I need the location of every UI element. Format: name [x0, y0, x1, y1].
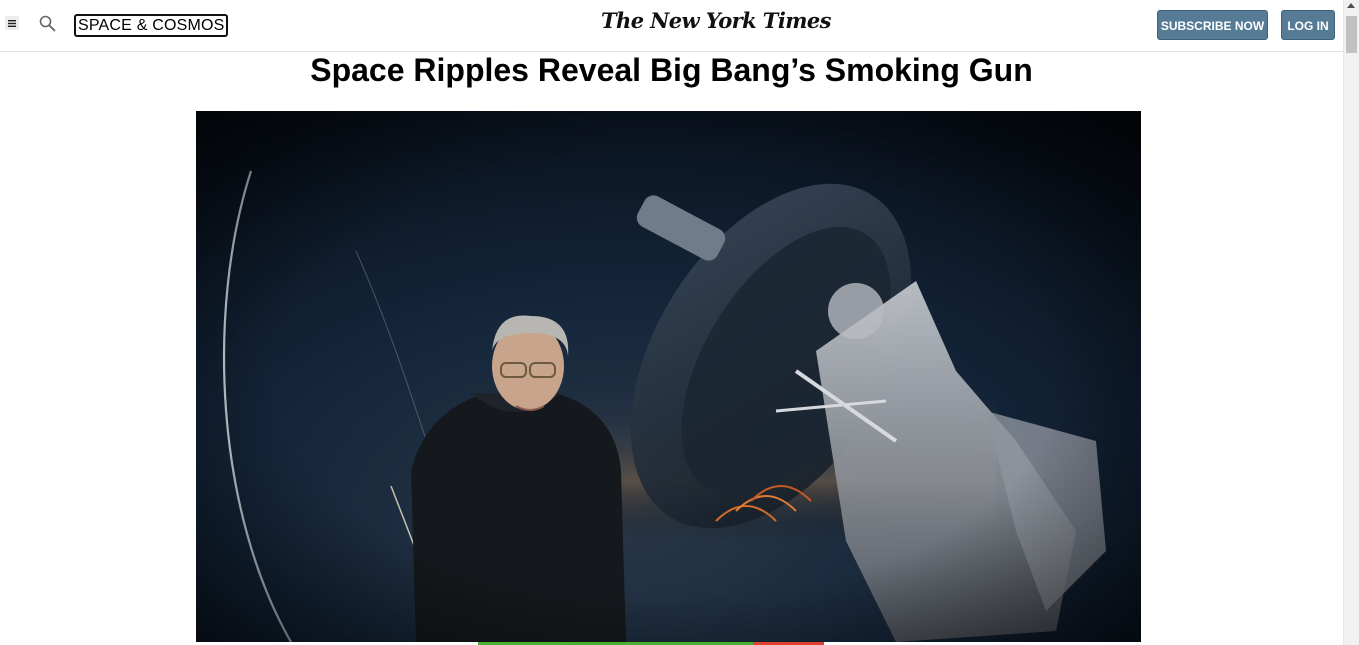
menu-icon[interactable]	[5, 16, 19, 30]
nyt-logo[interactable]: The New York Times	[601, 8, 831, 33]
subscribe-button[interactable]: SUBSCRIBE NOW	[1157, 10, 1268, 40]
scroll-up-arrow-icon[interactable]	[1347, 3, 1355, 8]
scroll-thumb[interactable]	[1346, 16, 1357, 53]
section-link[interactable]: SPACE & COSMOS	[74, 14, 228, 37]
page: SPACE & COSMOS The New York Times SUBSCR…	[0, 0, 1359, 645]
top-bar: SPACE & COSMOS The New York Times SUBSCR…	[0, 0, 1343, 52]
article-headline: Space Ripples Reveal Big Bang’s Smoking …	[310, 52, 1033, 88]
search-icon[interactable]	[39, 15, 56, 32]
article-photo[interactable]	[196, 111, 1141, 642]
vertical-scrollbar[interactable]	[1343, 0, 1359, 645]
login-button[interactable]: LOG IN	[1281, 10, 1335, 40]
